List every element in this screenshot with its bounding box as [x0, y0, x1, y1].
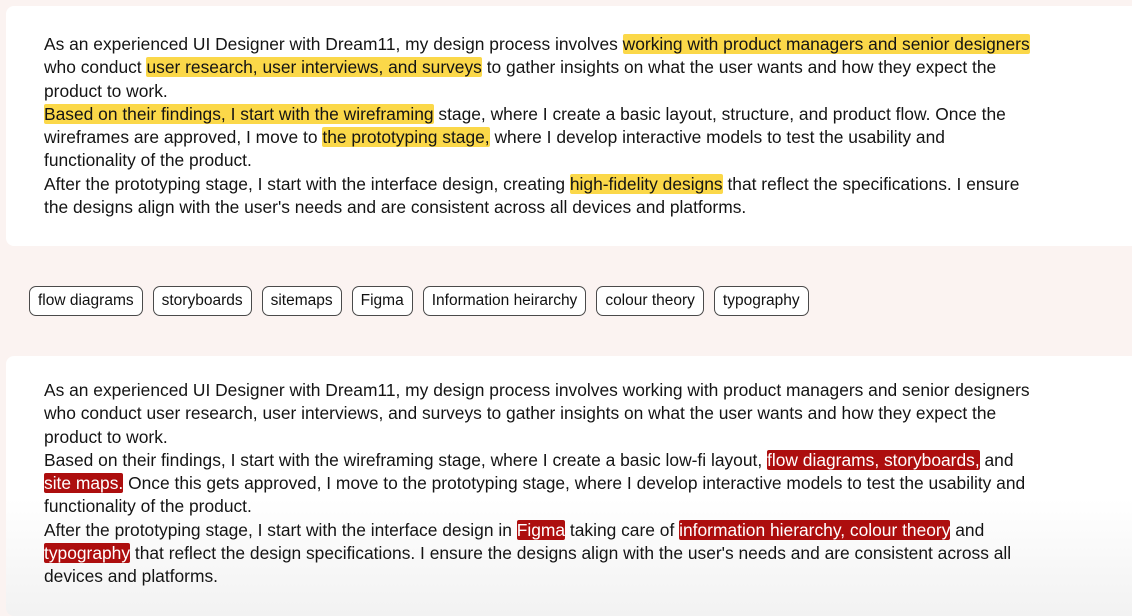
text-line: functionality of the product. [44, 149, 1112, 172]
original-description-card: As an experienced UI Designer with Dream… [6, 6, 1132, 246]
text-line: wireframes are approved, I move to the p… [44, 126, 1112, 149]
text-segment: functionality of the product. [44, 496, 252, 517]
skill-chip[interactable]: typography [713, 286, 809, 316]
text-segment: who conduct user research, user intervie… [44, 403, 997, 424]
text-line: functionality of the product. [44, 495, 1112, 518]
text-segment: the designs align with the user's needs … [44, 197, 747, 218]
text-segment: who conduct [44, 57, 147, 78]
text-segment: As an experienced UI Designer with Dream… [44, 34, 623, 54]
skill-chip[interactable]: colour theory [596, 286, 704, 316]
highlight-yellow: Based on their findings, I start with th… [44, 103, 434, 124]
original-description-text: As an experienced UI Designer with Dream… [44, 33, 1112, 219]
revised-description-card: As an experienced UI Designer with Dream… [6, 356, 1132, 616]
skill-chip[interactable]: storyboards [152, 286, 252, 316]
highlight-red: flow diagrams, storyboards, [767, 449, 980, 470]
text-segment: product to work. [44, 80, 168, 101]
text-line: Based on their findings, I start with th… [44, 449, 1112, 472]
highlight-red: site maps. [44, 473, 124, 494]
skill-chip[interactable]: sitemaps [261, 286, 342, 316]
text-line: After the prototyping stage, I start wit… [44, 173, 1112, 196]
text-line: who conduct user research, user intervie… [44, 56, 1112, 79]
text-segment: wireframes are approved, I move to [44, 127, 323, 148]
text-segment: As an experienced UI Designer with Dream… [44, 380, 1030, 400]
skill-chip[interactable]: flow diagrams [29, 286, 143, 316]
text-segment: Based on their findings, I start with th… [44, 449, 768, 470]
text-segment: that reflect the design specifications. … [130, 543, 1012, 564]
text-line: Based on their findings, I start with th… [44, 103, 1112, 126]
text-segment: that reflect the specifications. I ensur… [722, 173, 1020, 194]
revised-description-text: As an experienced UI Designer with Dream… [44, 379, 1112, 589]
text-segment: stage, where I create a basic layout, st… [433, 103, 1006, 124]
highlight-yellow: user research, user interviews, and surv… [146, 57, 482, 78]
text-line: site maps. Once this gets approved, I mo… [44, 472, 1112, 495]
text-line: devices and platforms. [44, 565, 1112, 588]
text-line: As an experienced UI Designer with Dream… [44, 33, 1112, 56]
text-line: product to work. [44, 426, 1112, 449]
text-segment: functionality of the product. [44, 150, 252, 171]
skill-chip[interactable]: Figma [351, 286, 413, 316]
text-segment: Once this gets approved, I move to the p… [123, 473, 1026, 494]
highlight-red: Figma [516, 519, 566, 540]
text-line: who conduct user research, user intervie… [44, 402, 1112, 425]
skill-chips: flow diagrams storyboards sitemaps Figma Inf… [29, 286, 809, 316]
highlight-red: typography [44, 543, 131, 564]
text-line: the designs align with the user's needs … [44, 196, 1112, 219]
highlight-yellow: working with product managers and senior… [622, 34, 1030, 54]
highlight-yellow: the prototyping stage, [322, 127, 490, 148]
text-segment: After the prototyping stage, I start wit… [44, 173, 570, 194]
highlight-yellow: high-fidelity designs [569, 173, 723, 194]
text-line: As an experienced UI Designer with Dream… [44, 379, 1112, 402]
text-segment: devices and platforms. [44, 566, 218, 587]
text-segment: to gather insights on what the user want… [481, 57, 997, 78]
text-segment: After the prototyping stage, I start wit… [44, 519, 517, 540]
text-line: After the prototyping stage, I start wit… [44, 519, 1112, 542]
text-segment: and [979, 449, 1014, 470]
text-line: typography that reflect the design speci… [44, 542, 1112, 565]
skill-chip[interactable]: Information heirarchy [422, 286, 587, 316]
text-segment: and [950, 519, 985, 540]
text-segment: where I develop interactive models to te… [489, 127, 945, 148]
text-line: product to work. [44, 80, 1112, 103]
text-segment: taking care of [565, 519, 680, 540]
highlight-red: information hierarchy, colour theory [679, 519, 951, 540]
text-segment: product to work. [44, 426, 168, 447]
